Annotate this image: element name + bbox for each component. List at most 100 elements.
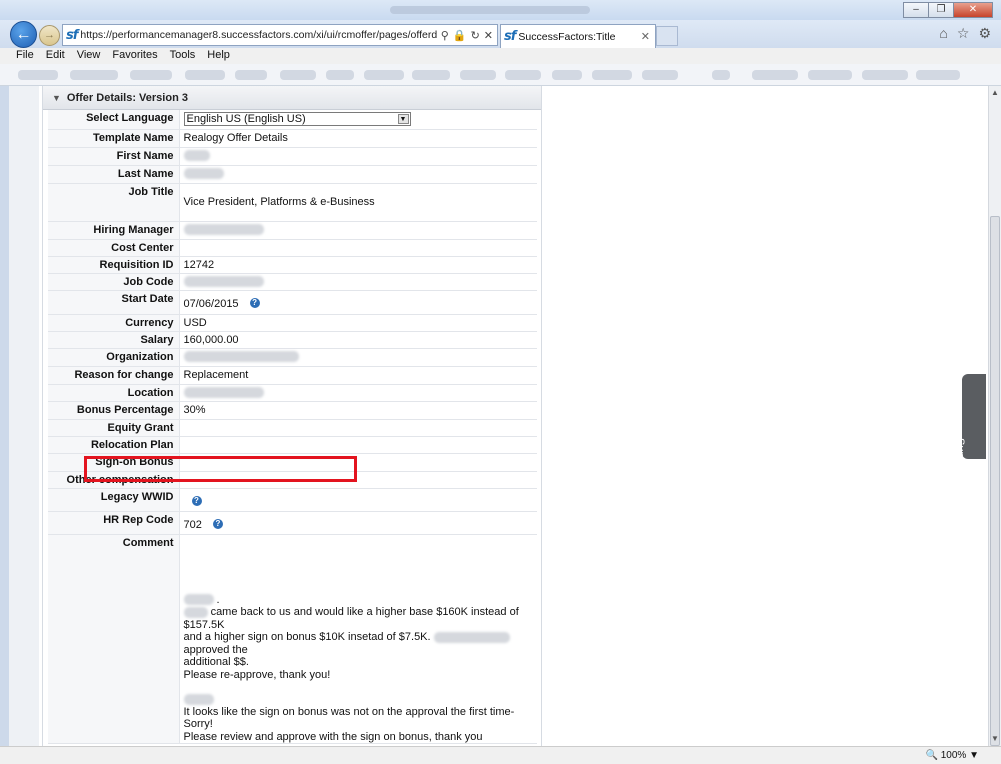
address-actions: ⚲ 🔒 ↻ ✕ [437,29,497,42]
favorite-link-redacted[interactable] [326,70,354,80]
reason-for-change-value: Replacement [179,366,537,385]
field-label: Relocation Plan [48,436,180,454]
zoom-level[interactable]: 🔍 100% ▼ [926,750,980,761]
offer-details-header[interactable]: ▼ Offer Details: Version 3 [43,86,541,110]
tab-title: SuccessFactors:Title [518,30,616,43]
back-button[interactable]: ← [10,21,37,48]
field-label: Reason for change [48,366,180,385]
comment-line: . [183,594,538,607]
scroll-up-icon[interactable]: ▲ [989,86,1001,100]
template-name-value: Realogy Offer Details [179,129,537,148]
collapse-triangle-icon[interactable]: ▼ [52,93,61,103]
favorites-star-icon[interactable]: ☆ [957,25,970,42]
close-window-icon[interactable]: ✕ [953,2,993,18]
window-title-redacted [390,6,590,14]
tab-close-icon[interactable]: ✕ [641,30,655,43]
favorite-link-redacted[interactable] [752,70,798,80]
redacted-text [183,168,224,180]
field-label: Cost Center [48,239,180,257]
form-row: Bonus Percentage 30% [48,401,537,420]
menu-help[interactable]: Help [207,48,236,64]
scroll-down-icon[interactable]: ▼ [989,732,1001,746]
settings-gear-icon[interactable]: ⚙ [978,25,991,42]
help-icon[interactable]: ? [212,518,223,529]
favorite-link-redacted[interactable] [130,70,172,80]
support-tab[interactable]: Support [954,374,986,477]
form-row: Start Date 07/06/2015 ? [48,290,537,315]
address-bar[interactable]: sf https://performancemanager8.successfa… [62,24,498,46]
form-row: Job Title Vice President, Platforms & e-… [48,183,537,222]
refresh-icon[interactable]: ↻ [471,29,480,42]
favorite-link-redacted[interactable] [185,70,225,80]
restore-icon[interactable]: ❐ [928,2,954,18]
favorite-link-redacted[interactable] [412,70,450,80]
field-label: HR Rep Code [48,511,180,535]
menu-tools[interactable]: Tools [170,48,202,64]
job-code-value [179,273,537,291]
lock-icon[interactable]: 🔒 [453,29,467,42]
dropdown-arrow-icon[interactable]: ▼ [397,114,409,124]
last-name-value [179,165,537,184]
forward-button[interactable]: → [39,25,60,46]
form-row: Select Language English US (English US) … [48,110,537,130]
page-viewport: ▼ Offer Details: Version 3 Select Langua… [9,86,988,746]
favorite-link-redacted[interactable] [505,70,541,80]
salary-value: 160,000.00 [179,331,537,349]
favorite-link-redacted[interactable] [592,70,632,80]
comment-line [183,693,538,706]
redacted-text [183,693,214,705]
browser-tab[interactable]: sf SuccessFactors:Title ✕ [500,24,656,48]
browser-toolbar-icons: ⌂ ☆ ⚙ [939,25,991,42]
favorite-link-redacted[interactable] [916,70,960,80]
favorite-link-redacted[interactable] [460,70,496,80]
redacted-text [183,224,264,236]
field-label: Currency [48,314,180,332]
favorite-link-redacted[interactable] [642,70,678,80]
stop-icon[interactable]: ✕ [484,29,493,42]
comment-spacer [184,681,538,693]
panel-title: Offer Details: Version 3 [66,91,188,104]
hiring-manager-value [179,221,537,240]
comment-text-span: and a higher sign on bonus $10K insetad … [183,631,431,643]
comment-line: Please re-approve, thank you! [183,668,331,681]
form-row: Organization [48,348,537,367]
field-label: Salary [48,331,180,349]
job-title-value: Vice President, Platforms & e-Business [179,183,537,222]
favorite-link-redacted[interactable] [808,70,852,80]
form-row: Hiring Manager [48,221,537,240]
favorite-link-redacted[interactable] [235,70,267,80]
help-icon[interactable]: ? [249,297,260,308]
favorite-link-redacted[interactable] [552,70,582,80]
page-scrollbar[interactable]: ▲ ▼ [988,86,1001,746]
field-label: Last Name [48,165,180,184]
form-row: Template Name Realogy Offer Details [48,129,537,148]
minimize-icon[interactable]: – [903,2,929,18]
field-label: Select Language [48,110,180,130]
menu-favorites[interactable]: Favorites [112,48,163,64]
requisition-id-value: 12742 [179,256,537,274]
field-label: Organization [48,348,180,367]
favorite-link-redacted[interactable] [862,70,908,80]
comment-text: . came back to us and would like a highe… [183,594,538,744]
search-icon[interactable]: ⚲ [441,29,449,42]
favorite-link-redacted[interactable] [18,70,58,80]
home-icon[interactable]: ⌂ [939,25,947,42]
menu-view[interactable]: View [77,48,107,64]
form-row: Equity Grant [48,419,537,437]
favorites-bar [0,64,1001,86]
field-label: Job Code [48,273,180,291]
field-label: Comment [48,534,180,744]
menu-file[interactable]: File [16,48,40,64]
language-select[interactable]: English US (English US) ▼ [183,112,411,126]
help-icon[interactable]: ? [191,495,202,506]
favorite-link-redacted[interactable] [70,70,118,80]
favorite-link-redacted[interactable] [364,70,404,80]
menu-edit[interactable]: Edit [46,48,71,64]
favorite-link-redacted[interactable] [712,70,730,80]
address-url[interactable]: https://performancemanager8.successfacto… [80,29,436,41]
organization-value [179,348,537,367]
scroll-thumb[interactable] [990,216,1000,746]
new-tab-button[interactable] [656,26,678,46]
form-row: Relocation Plan [48,436,537,454]
favorite-link-redacted[interactable] [280,70,316,80]
